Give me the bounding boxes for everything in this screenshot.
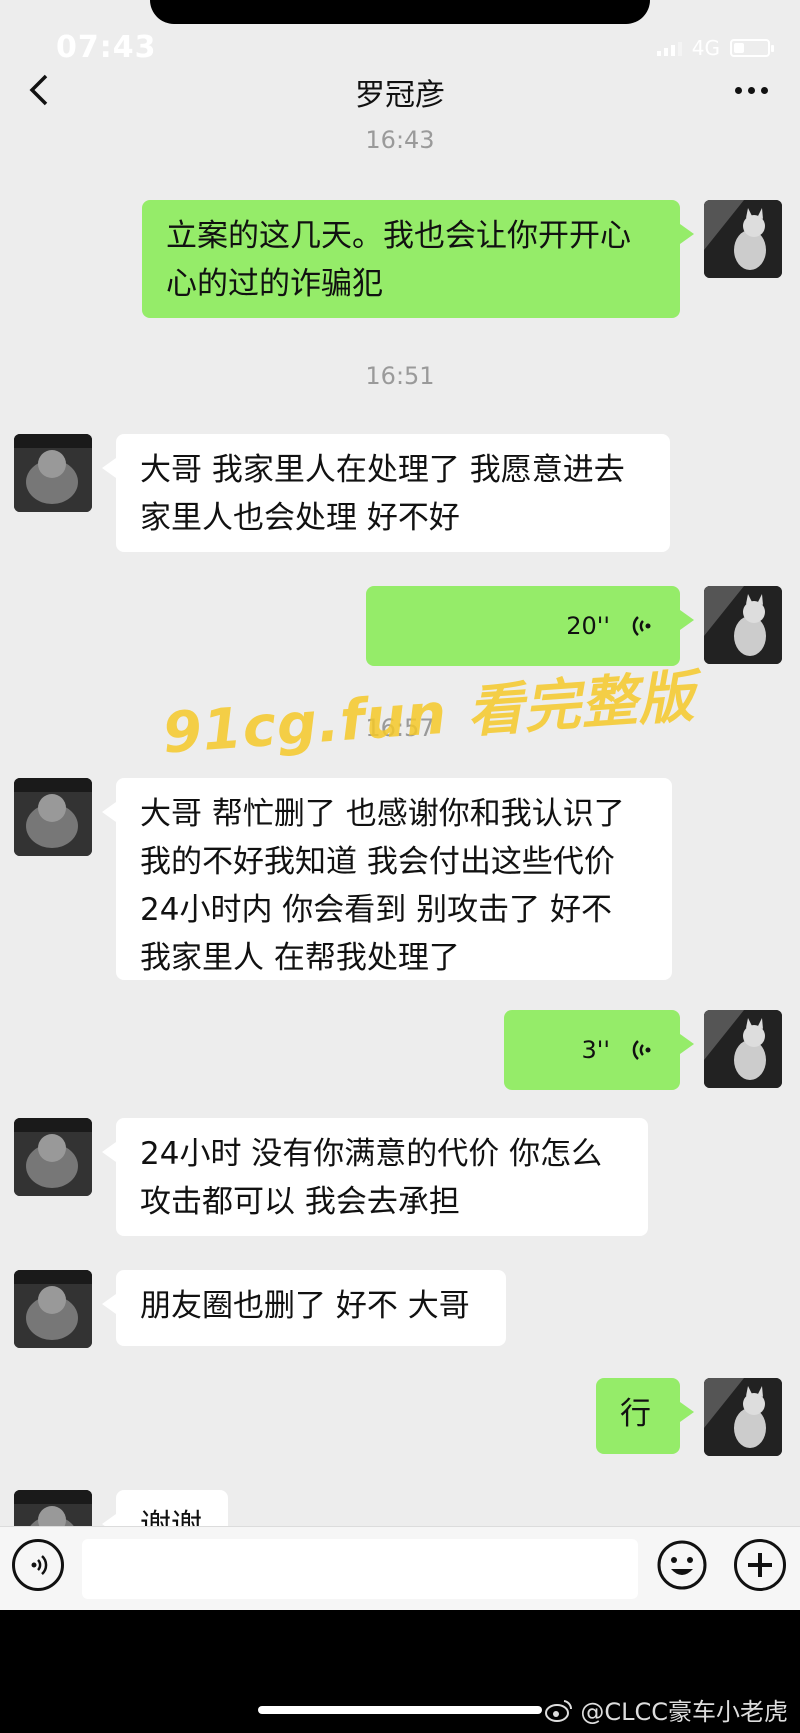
message-bubble[interactable]: 大哥 帮忙删了 也感谢你和我认识了 我的不好我知道 我会付出这些代价 24小时内… [102,778,672,980]
voice-toggle-icon [31,1555,48,1575]
voice-wave-icon [632,1040,651,1060]
cat-photo [704,586,782,664]
message-list[interactable]: 16:43 立案的这几天。我也会让你开开心 心的过的诈骗犯 16:51 大哥 我… [0,126,800,1568]
avatar-contact[interactable] [14,1118,92,1196]
signal-icon [656,40,682,56]
cat-photo [704,1010,782,1088]
source-credit: @CLCC豪车小老虎 [544,1692,788,1727]
avatar-self[interactable] [704,200,782,278]
avatar-self[interactable] [704,1378,782,1456]
network-type: 4G [691,36,720,60]
voice-message[interactable]: 3'' [504,1010,694,1090]
timestamp: 16:43 [365,126,435,154]
message-bubble[interactable]: 朋友圈也删了 好不 大哥 [102,1270,506,1346]
chat-screen: 07:43 4G 罗冠彦 16:43 立案的这几天。我也会让你开开心 心的过的诈… [0,0,800,1733]
timestamp: 16:51 [365,362,435,390]
voice-duration: 20'' [566,612,610,640]
message-bubble[interactable]: 24小时 没有你满意的代价 你怎么 攻击都可以 我会去承担 [102,1118,648,1236]
message-text: 24小时内 你会看到 别攻击了 好不 [140,892,613,928]
message-text: 攻击都可以 我会去承担 [140,1184,460,1220]
message-text: 大哥 我家里人在处理了 我愿意进去 [140,452,625,488]
chat-title: 罗冠彦 [355,78,445,113]
message-text: 家里人也会处理 好不好 [140,500,460,536]
weibo-icon [545,1699,573,1722]
voice-wave-icon [632,616,651,636]
message-text: 24小时 没有你满意的代价 你怎么 [140,1136,603,1172]
message-bubble[interactable]: 行 [596,1378,694,1454]
avatar-contact[interactable] [14,1270,92,1348]
message-bubble[interactable]: 立案的这几天。我也会让你开开心 心的过的诈骗犯 [142,200,694,318]
status-icons: 4G [656,36,774,60]
avatar-self[interactable] [704,1010,782,1088]
emoji-button[interactable] [656,1539,708,1591]
cat-photo [14,1270,92,1348]
credit-text: @CLCC豪车小老虎 [580,1698,788,1726]
title-bar: 罗冠彦 [0,60,800,122]
cat-photo [14,434,92,512]
input-bar [0,1526,800,1610]
message-text: 我的不好我知道 我会付出这些代价 [140,844,615,880]
notch [150,0,650,24]
cat-photo [704,200,782,278]
message-text: 行 [620,1396,651,1432]
plus-button[interactable] [734,1539,786,1591]
message-input[interactable] [82,1539,638,1599]
more-dots-icon [734,86,742,94]
message-text: 朋友圈也删了 好不 大哥 [140,1288,470,1324]
cat-photo [704,1378,782,1456]
avatar-contact[interactable] [14,434,92,512]
cat-photo [14,778,92,856]
home-indicator[interactable] [258,1706,542,1714]
more-button[interactable] [726,70,776,110]
message-text: 大哥 帮忙删了 也感谢你和我认识了 [140,796,625,832]
battery-icon [730,39,774,57]
message-text: 立案的这几天。我也会让你开开心 [166,218,631,254]
voice-toggle-button[interactable] [12,1539,64,1591]
message-bubble[interactable]: 大哥 我家里人在处理了 我愿意进去 家里人也会处理 好不好 [102,434,670,552]
emoji-icon [657,1540,707,1590]
message-text: 我家里人 在帮我处理了 [140,940,460,976]
cat-photo [14,1118,92,1196]
voice-duration: 3'' [581,1036,610,1064]
voice-message[interactable]: 20'' [366,586,694,666]
message-text: 心的过的诈骗犯 [166,266,383,302]
avatar-contact[interactable] [14,778,92,856]
avatar-self[interactable] [704,586,782,664]
